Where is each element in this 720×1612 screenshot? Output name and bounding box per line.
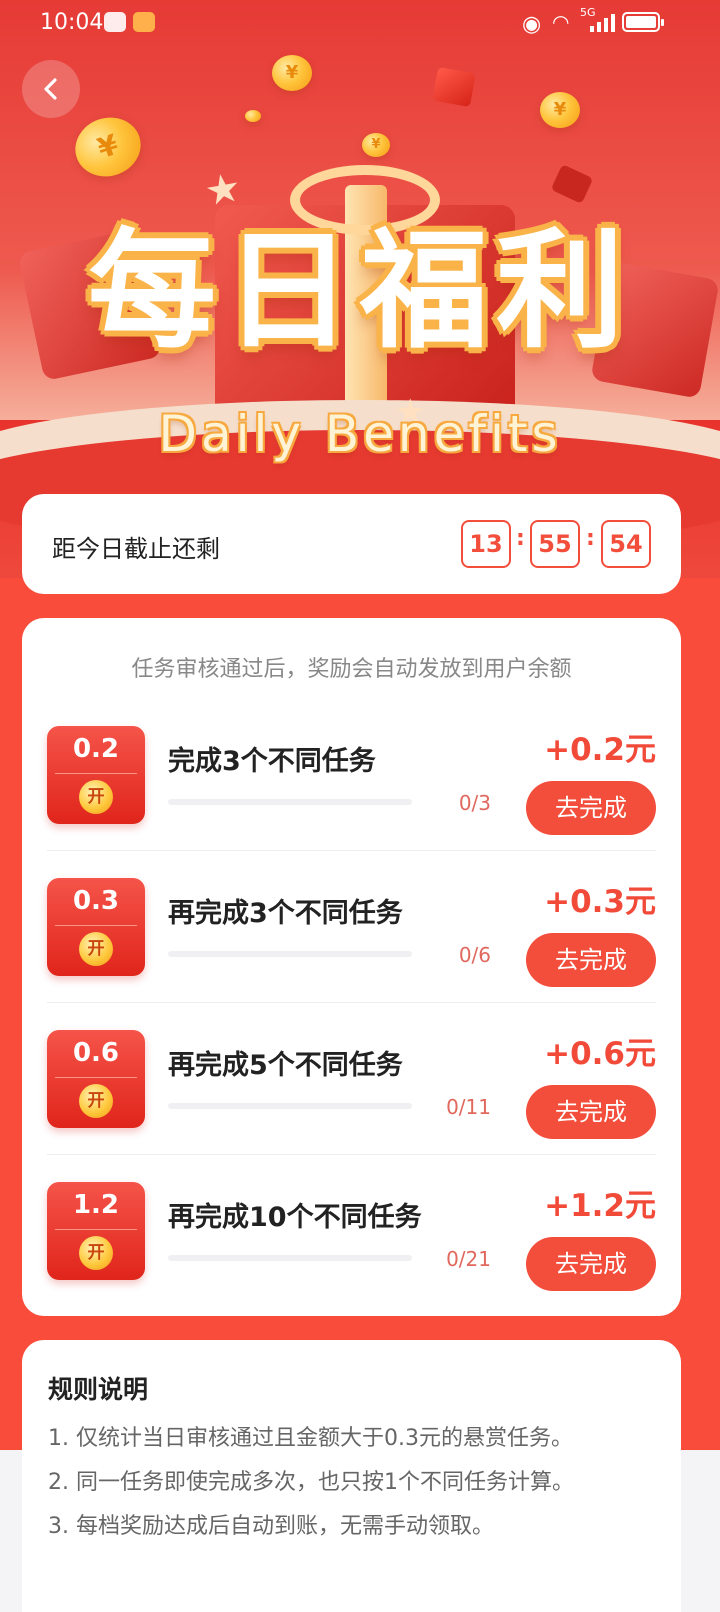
rules-item: 3. 每档奖励达成后自动到账，无需手动领取。 [48, 1514, 494, 1539]
reward-badge: 0.6 开 [47, 1030, 145, 1128]
rules-card: 规则说明 1. 仅统计当日审核通过且金额大于0.3元的悬赏任务。 2. 同一任务… [22, 1340, 681, 1612]
task-row: 1.2 开 再完成10个不同任务 0/21 +1.2元 去完成 [22, 1155, 681, 1307]
coin-icon: 开 [79, 780, 113, 814]
task-row: 0.2 开 完成3个不同任务 0/3 +0.2元 去完成 [22, 699, 681, 851]
rules-item: 2. 同一任务即使完成多次，也只按1个不同任务计算。 [48, 1470, 574, 1495]
badge-amount: 0.3 [72, 886, 120, 916]
task-title: 再完成5个不同任务 [168, 1050, 403, 1081]
rules-title: 规则说明 [48, 1375, 149, 1404]
banner-title-en: Daily Benefits [158, 405, 562, 463]
task-progress-bar [168, 799, 412, 805]
app-notification-icon [133, 12, 155, 32]
badge-divider [55, 925, 137, 926]
task-reward: +1.2元 [544, 1188, 656, 1224]
task-progress-text: 0/6 [458, 943, 491, 967]
task-progress-text: 0/11 [446, 1095, 491, 1119]
countdown-separator: : [516, 526, 525, 551]
countdown-label: 距今日截止还剩 [52, 535, 220, 563]
battery-icon [622, 12, 664, 32]
task-title: 再完成10个不同任务 [168, 1202, 422, 1233]
reward-badge: 0.3 开 [47, 878, 145, 976]
badge-amount: 0.6 [72, 1038, 120, 1068]
wechat-notification-icon [104, 12, 126, 32]
badge-divider [55, 1229, 137, 1230]
task-row: 0.6 开 再完成5个不同任务 0/11 +0.6元 去完成 [22, 1003, 681, 1155]
coin-icon: 开 [79, 1084, 113, 1118]
countdown-seconds: 54 [601, 520, 651, 568]
countdown-minutes: 55 [530, 520, 580, 568]
coin-icon: 开 [79, 1236, 113, 1270]
task-reward: +0.3元 [544, 884, 656, 920]
coin-icon: 开 [79, 932, 113, 966]
rules-item: 1. 仅统计当日审核通过且金额大于0.3元的悬赏任务。 [48, 1426, 573, 1451]
complete-task-button[interactable]: 去完成 [526, 1085, 656, 1139]
task-reward: +0.2元 [544, 732, 656, 768]
coin-icon: ¥ [67, 109, 149, 185]
eye-icon: ◉ [522, 12, 542, 37]
task-progress-bar [168, 1255, 412, 1261]
coin-icon: ¥ [272, 55, 312, 91]
task-progress-text: 0/3 [458, 791, 491, 815]
red-envelope-icon [432, 66, 476, 108]
complete-task-button[interactable]: 去完成 [526, 781, 656, 835]
star-icon: ★ [201, 164, 245, 216]
tasks-card: 任务审核通过后，奖励会自动发放到用户余额 0.2 开 完成3个不同任务 0/3 … [22, 618, 681, 1316]
tasks-note: 任务审核通过后，奖励会自动发放到用户余额 [131, 657, 572, 682]
task-title: 再完成3个不同任务 [168, 898, 403, 929]
reward-badge: 1.2 开 [47, 1182, 145, 1280]
complete-task-button[interactable]: 去完成 [526, 1237, 656, 1291]
complete-task-button[interactable]: 去完成 [526, 933, 656, 987]
badge-divider [55, 773, 137, 774]
coin-icon [245, 110, 261, 122]
status-time: 10:04 [40, 10, 104, 35]
status-bar: 10:04 ◉ ◠ 5G [0, 0, 720, 46]
task-row: 0.3 开 再完成3个不同任务 0/6 +0.3元 去完成 [22, 851, 681, 1003]
red-envelope-icon [550, 164, 594, 204]
back-button[interactable] [22, 60, 80, 118]
badge-amount: 0.2 [72, 734, 120, 764]
task-progress-bar [168, 951, 412, 957]
reward-badge: 0.2 开 [47, 726, 145, 824]
countdown-hours: 13 [461, 520, 511, 568]
badge-divider [55, 1077, 137, 1078]
countdown-card: 距今日截止还剩 13 : 55 : 54 [22, 494, 681, 594]
chevron-left-icon [44, 78, 57, 100]
task-title: 完成3个不同任务 [168, 746, 376, 777]
badge-amount: 1.2 [72, 1190, 120, 1220]
wifi-icon: ◠ [552, 10, 570, 34]
task-progress-text: 0/21 [446, 1247, 491, 1271]
task-reward: +0.6元 [544, 1036, 656, 1072]
task-progress-bar [168, 1103, 412, 1109]
signal-icon [590, 12, 615, 32]
countdown-separator: : [586, 526, 595, 551]
coin-icon: ¥ [362, 133, 390, 157]
banner-title-cn: 每日福利 [87, 217, 632, 366]
coin-icon: ¥ [540, 92, 580, 128]
